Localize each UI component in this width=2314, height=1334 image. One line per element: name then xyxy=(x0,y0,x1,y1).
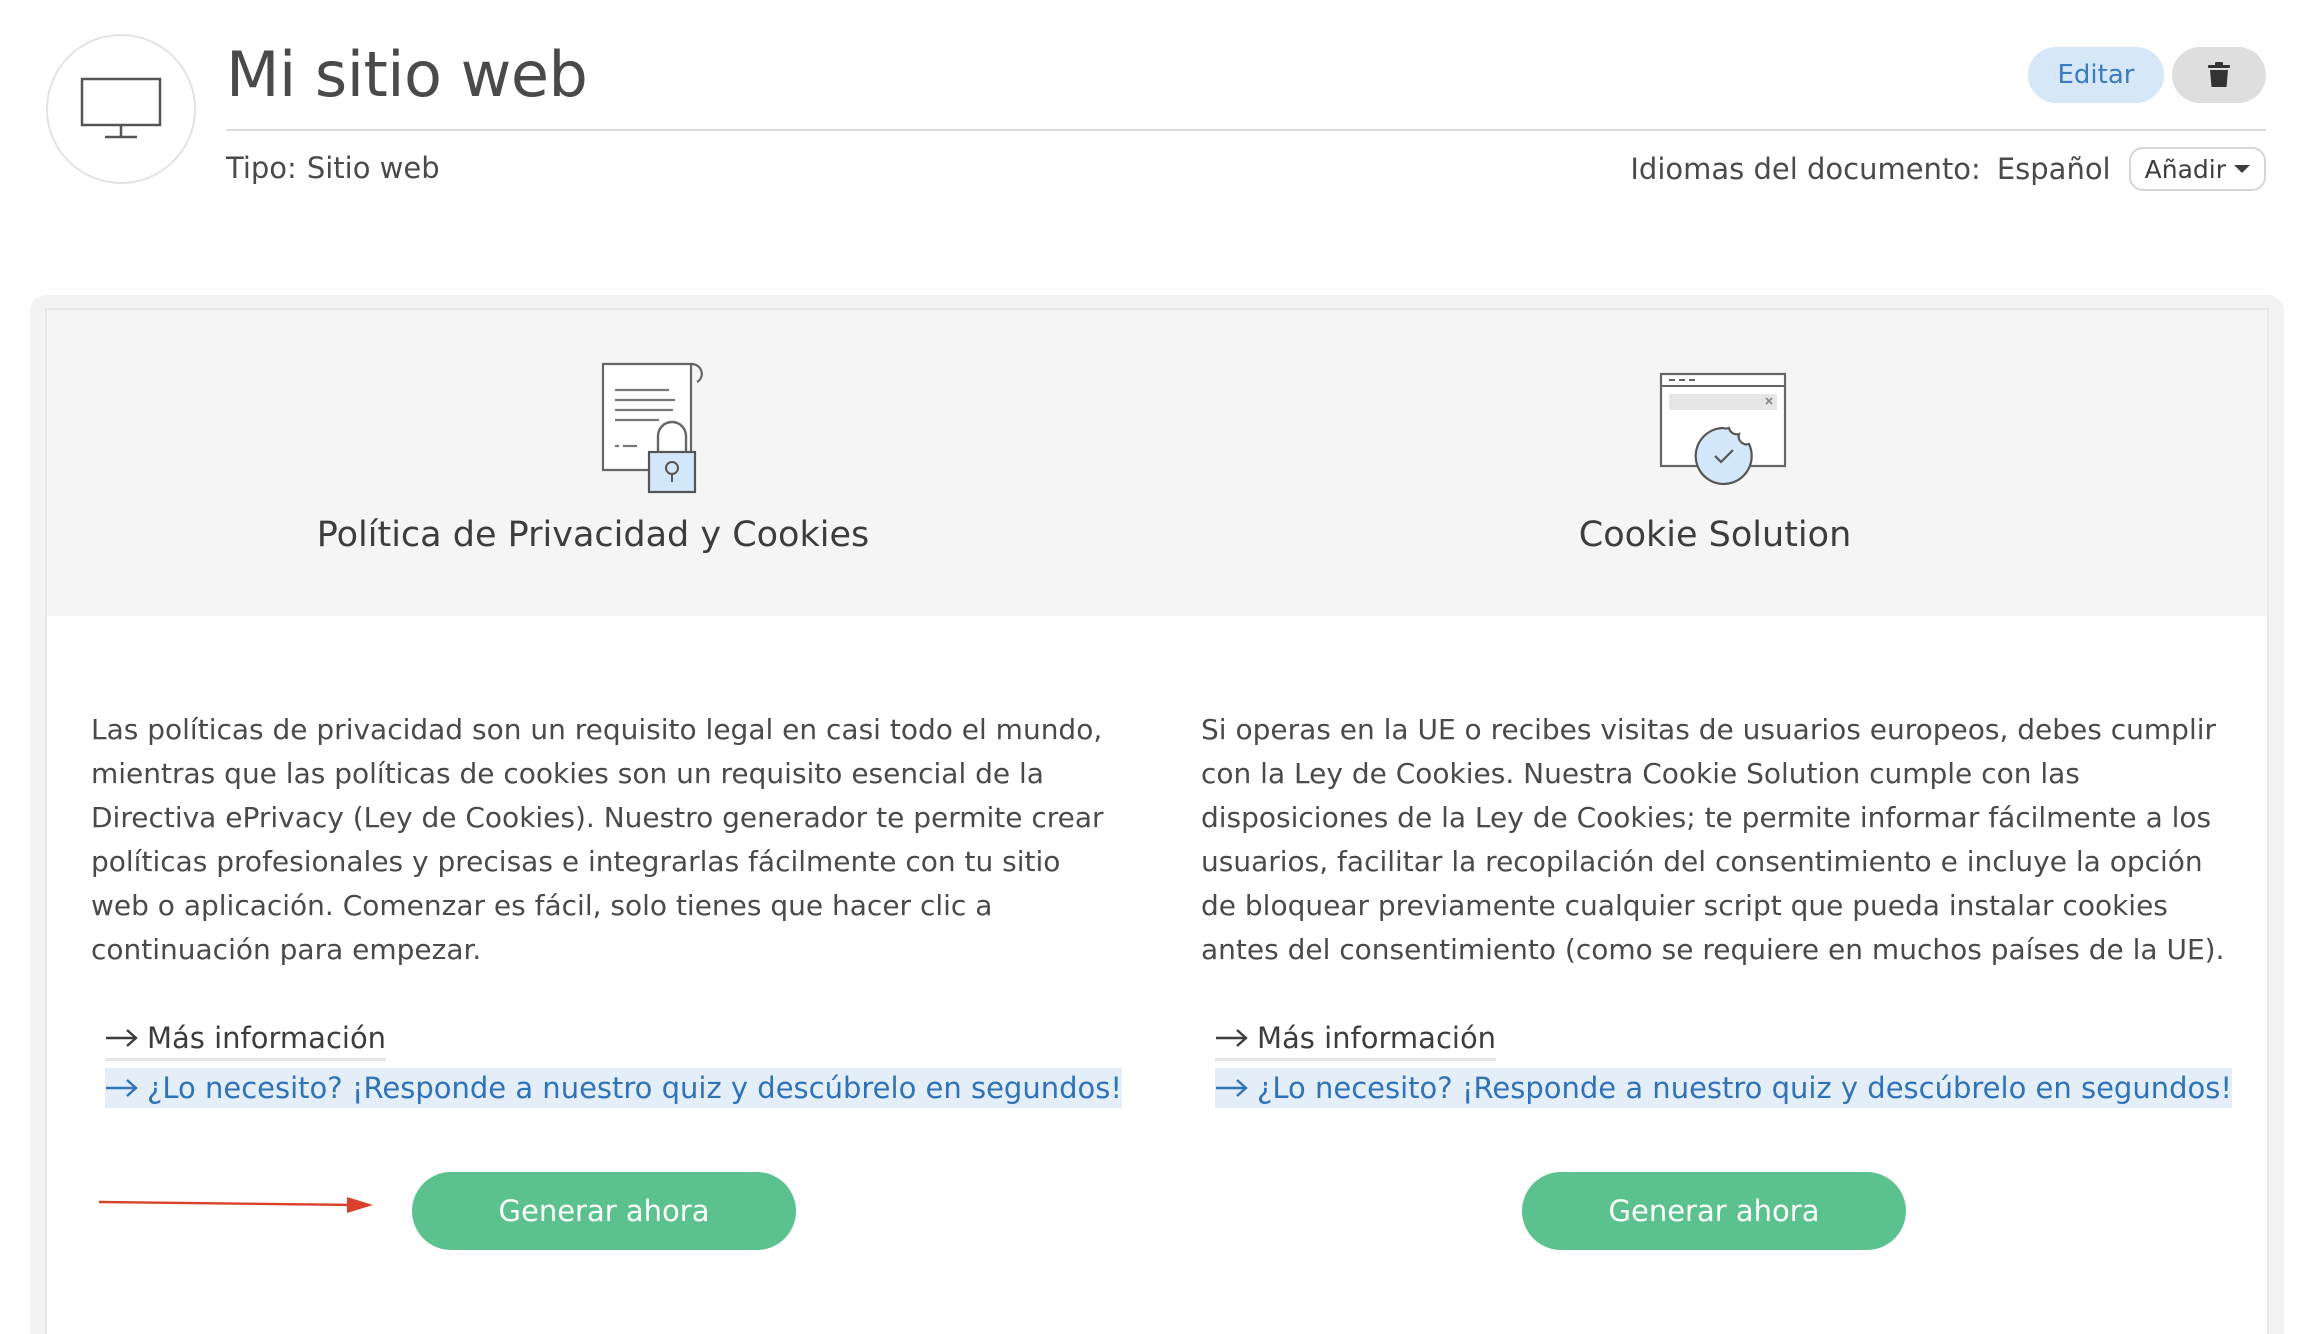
generate-cookie-button[interactable]: Generar ahora xyxy=(1522,1172,1906,1250)
arrow-right-icon xyxy=(105,1028,139,1048)
site-avatar xyxy=(46,34,196,184)
product-title: Cookie Solution xyxy=(1578,515,1852,555)
quiz-link[interactable]: ¿Lo necesito? ¡Responde a nuestro quiz y… xyxy=(1215,1068,2232,1108)
more-info-link[interactable]: Más información xyxy=(1215,1018,1497,1061)
product-cookie-header: Cookie Solution xyxy=(1159,310,2271,616)
product-description: Las políticas de privacidad son un requi… xyxy=(91,713,1104,966)
annotation-arrow-icon xyxy=(98,1197,373,1213)
chevron-down-icon xyxy=(2234,165,2250,173)
add-language-label: Añadir xyxy=(2144,154,2226,184)
products-panel: Política de Privacidad y Cookies Cookie … xyxy=(45,308,2269,1334)
monitor-icon xyxy=(80,77,162,139)
trash-icon xyxy=(2208,62,2230,87)
product-description: Si operas en la UE o recibes visitas de … xyxy=(1201,713,2225,966)
header-divider xyxy=(226,129,2266,131)
more-info-label: Más información xyxy=(147,1021,387,1055)
delete-button[interactable] xyxy=(2172,47,2266,103)
products-header: Política de Privacidad y Cookies Cookie … xyxy=(47,310,2267,616)
site-type-label: Tipo: xyxy=(226,151,297,185)
site-type-value: Sitio web xyxy=(306,151,440,185)
arrow-right-icon xyxy=(105,1078,139,1098)
generate-privacy-button[interactable]: Generar ahora xyxy=(412,1172,796,1250)
quiz-link[interactable]: ¿Lo necesito? ¡Responde a nuestro quiz y… xyxy=(105,1068,1122,1108)
more-info-label: Más información xyxy=(1257,1021,1497,1055)
quiz-label: ¿Lo necesito? ¡Responde a nuestro quiz y… xyxy=(1257,1071,2232,1105)
arrow-right-icon xyxy=(1215,1078,1249,1098)
language-value: Español xyxy=(1996,152,2111,186)
cookie-banner-icon xyxy=(1659,372,1787,486)
edit-button[interactable]: Editar xyxy=(2028,47,2164,103)
product-title: Política de Privacidad y Cookies xyxy=(316,515,870,555)
product-privacy-header: Política de Privacidad y Cookies xyxy=(47,310,1159,616)
more-info-link[interactable]: Más información xyxy=(105,1018,387,1061)
languages-label: Idiomas del documento: xyxy=(1630,152,1981,186)
quiz-label: ¿Lo necesito? ¡Responde a nuestro quiz y… xyxy=(147,1071,1122,1105)
add-language-button[interactable]: Añadir xyxy=(2128,147,2266,191)
document-languages: Idiomas del documento: Español Añadir xyxy=(1630,146,2266,192)
arrow-right-icon xyxy=(1215,1028,1249,1048)
document-lock-icon xyxy=(601,362,703,494)
page-title: Mi sitio web xyxy=(226,38,588,111)
site-type: Tipo: Sitio web xyxy=(226,148,440,188)
